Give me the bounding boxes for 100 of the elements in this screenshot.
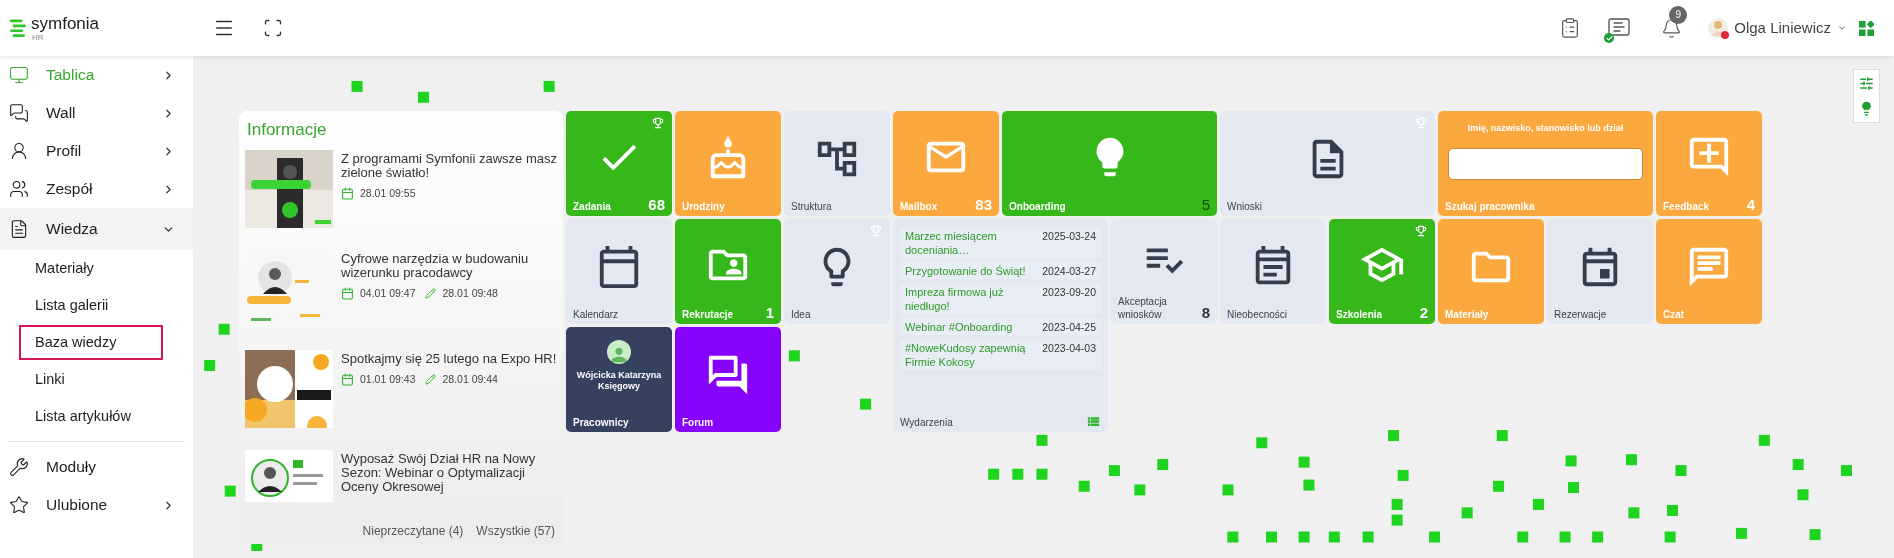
tile-count: 4: [1746, 197, 1755, 213]
tile-count: 68: [648, 197, 665, 213]
sidebar-subitem[interactable]: Linki: [19, 362, 163, 397]
tips-button[interactable]: [1859, 101, 1874, 116]
tile-label: Pracownicy: [573, 416, 629, 429]
wrench-icon: [9, 457, 29, 477]
decorative-square: [1565, 455, 1577, 467]
sidebar-item[interactable]: Wiedza: [0, 208, 193, 250]
search-field[interactable]: [1448, 147, 1643, 180]
decorative-square: [1735, 527, 1747, 539]
dashboard-tile[interactable]: Wnioski: [1220, 111, 1435, 216]
decorative-square: [1792, 459, 1804, 471]
tiles-icon: [1859, 20, 1874, 36]
sidebar-subitem[interactable]: Baza wiedzy: [19, 325, 163, 360]
event-date: 2023-04-03: [1042, 341, 1096, 355]
news-filter-link[interactable]: Nieprzeczytane (4): [362, 521, 464, 540]
list-view-icon[interactable]: [1086, 414, 1101, 429]
decorative-square: [1625, 454, 1637, 466]
tile-count: 5: [1201, 197, 1210, 213]
sidebar-item[interactable]: Ulubione: [0, 486, 193, 524]
decorative-square: [1036, 434, 1048, 446]
created-date: 28.01 09:55: [360, 185, 416, 201]
tile-label: Urodziny: [682, 200, 725, 213]
decorative-square: [204, 360, 216, 371]
decorative-square: [1298, 456, 1310, 468]
sliders-icon: [1859, 76, 1874, 91]
decorative-square: [1461, 507, 1473, 519]
dashboard-tile[interactable]: Kalendarz: [566, 219, 672, 324]
star-icon: [9, 495, 29, 515]
dashboard-tile[interactable]: [893, 219, 1108, 432]
news-title[interactable]: Cyfrowe narzędzia w budowaniu wizerunku pracodawcy: [341, 251, 557, 280]
messages-button[interactable]: [1607, 16, 1632, 40]
decorative-square: [1157, 459, 1169, 471]
edited-date: 28.01 09:44: [442, 371, 498, 387]
apps-button[interactable]: [1859, 20, 1874, 36]
decorative-square: [1266, 531, 1277, 543]
tile-count: 8: [1201, 305, 1210, 321]
document-icon: [9, 219, 29, 239]
decorative-square: [1227, 531, 1239, 543]
sidebar-subitem[interactable]: Materiały: [19, 251, 163, 286]
person-icon: [9, 141, 29, 161]
tile-label: Kalendarz: [573, 308, 619, 321]
notification-count: 9: [1669, 5, 1688, 24]
logo-icon: [10, 18, 26, 38]
decorative-square: [1758, 434, 1770, 446]
decorative-square: [1222, 484, 1234, 496]
tile-label: Mailbox: [900, 200, 938, 213]
chevron-down-icon: [1837, 23, 1847, 33]
decorative-square: [224, 485, 236, 497]
avatar-icon: [607, 340, 631, 364]
logo-product: HR: [32, 33, 45, 42]
decorative-square: [1628, 507, 1640, 519]
tile-count: 1: [765, 305, 774, 321]
dashboard-tile[interactable]: Onboarding 5: [1002, 111, 1217, 216]
tile-label: Szkolenia: [1336, 308, 1383, 321]
sidebar-item[interactable]: Zespół: [0, 170, 193, 208]
tile-count: 2: [1419, 305, 1428, 321]
user-menu[interactable]: Olga Liniewicz: [1734, 16, 1847, 40]
dashboard-tile[interactable]: Akceptacja wniosków 8: [1111, 219, 1217, 324]
dashboard-tile[interactable]: Wójcicka Katarzyna Księgowy Pracownicy: [566, 327, 672, 432]
people-icon: [9, 179, 29, 199]
person-name: Wójcicka Katarzyna: [576, 370, 662, 381]
trophy-icon: [1414, 224, 1428, 238]
fullscreen-icon: [263, 18, 283, 38]
decorative-square: [543, 80, 555, 92]
settings-button[interactable]: [1859, 76, 1874, 91]
sidebar-subitem[interactable]: Lista artykułów: [19, 399, 163, 434]
decorative-square: [988, 468, 1000, 480]
decorative-square: [1328, 531, 1340, 543]
sidebar-item[interactable]: Profil: [0, 132, 193, 170]
news-title[interactable]: Spotkajmy się 25 lutego na Expo HR!: [341, 351, 557, 366]
notifications-button[interactable]: [1661, 17, 1683, 39]
decorative-square: [1675, 465, 1687, 477]
dashboard-tile[interactable]: Forum: [675, 327, 781, 432]
calendar-icon: [341, 186, 354, 200]
dashboard-tile[interactable]: Struktura: [784, 111, 890, 216]
decorative-square: [1797, 489, 1809, 501]
decorative-square: [1664, 531, 1676, 543]
decorative-square: [860, 398, 872, 410]
dashboard-tile[interactable]: Rezerwacje: [1547, 219, 1653, 324]
decorative-square: [1517, 531, 1529, 543]
decorative-square: [1667, 504, 1679, 516]
fullscreen-button[interactable]: [263, 18, 283, 38]
news-filter-link[interactable]: Wszystkie (57): [476, 521, 555, 540]
news-title[interactable]: Wyposaż Swój Dział HR na Nowy Sezon: Webinar o Optymalizacji Oceny Okresowej: [341, 451, 557, 494]
dashboard-tile[interactable]: Idea: [784, 219, 890, 324]
sidebar-item[interactable]: Moduły: [0, 448, 193, 486]
tile-label: Feedback: [1663, 200, 1710, 213]
pencil-icon: [425, 287, 437, 299]
news-title[interactable]: Z programami Symfonii zawsze masz zielone światło!: [341, 151, 557, 180]
sidebar-subitem[interactable]: Lista galerii: [19, 288, 163, 323]
decorative-square: [1496, 430, 1508, 442]
event-date: 2023-09-20: [1042, 285, 1096, 299]
decorative-square: [1134, 484, 1146, 496]
tile-label: Materiały: [1445, 308, 1489, 321]
tile-label: Idea: [791, 308, 811, 321]
dashboard-tile[interactable]: Nieobecności: [1220, 219, 1326, 324]
calendar-icon: [341, 286, 354, 300]
sidebar-item[interactable]: Wall: [0, 94, 193, 132]
pencil-icon: [425, 373, 437, 385]
